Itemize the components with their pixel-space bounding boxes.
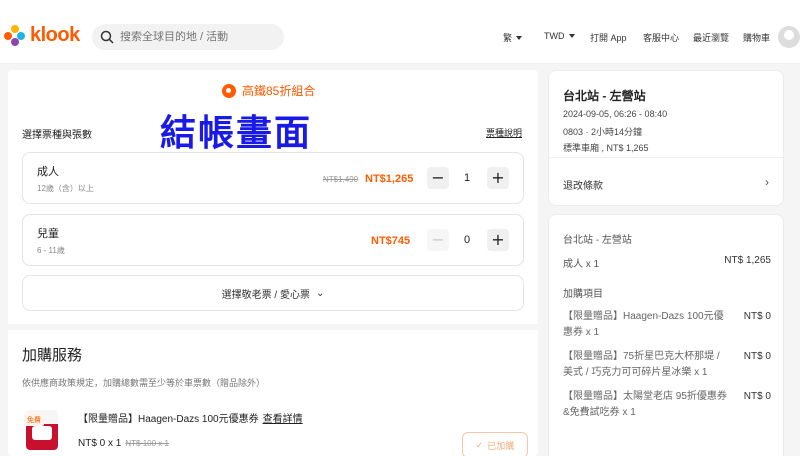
klook-logo-icon bbox=[4, 24, 26, 47]
ticket-price: NT$745 bbox=[371, 235, 411, 247]
order-summary: 台北站 - 左營站 成人 x 1 NT$ 1,265 加購項目 【限量贈品】Ha… bbox=[548, 214, 784, 456]
card-divider bbox=[549, 157, 785, 158]
free-badge: 免費 bbox=[24, 414, 44, 426]
refund-policy-link[interactable]: 退改條款 bbox=[563, 177, 603, 192]
trip-train: 0803 · 2小時14分鐘 bbox=[563, 127, 643, 137]
logo-text: klook bbox=[30, 24, 80, 46]
section-divider bbox=[8, 324, 538, 330]
search-bar[interactable] bbox=[92, 24, 284, 50]
added-label: 已加購 bbox=[487, 440, 515, 451]
avatar[interactable] bbox=[778, 26, 800, 48]
promo-banner: 高鐵85折組合 bbox=[222, 82, 315, 99]
promo-text: 高鐵85折組合 bbox=[242, 84, 316, 98]
addon-price: NT$ 0 x 1 NT$ 100 x 1 bbox=[78, 438, 169, 449]
increment-button[interactable]: + bbox=[487, 167, 509, 189]
ticket-quantity: 0 bbox=[463, 234, 471, 246]
ticket-name: 兒童 bbox=[37, 228, 59, 240]
language-label: 繁 bbox=[503, 33, 513, 43]
ticket-old-price: NT$1,490 bbox=[323, 175, 359, 184]
addon-name-text: 【限量贈品】Haagen-Dazs 100元優惠券 bbox=[78, 414, 259, 425]
chevron-down-icon: ⌄ bbox=[315, 287, 325, 299]
trip-seat: 標準車廂 , NT$ 1,265 bbox=[563, 143, 649, 153]
addon-price-text: NT$ 0 x 1 bbox=[78, 438, 122, 449]
currency-label: TWD bbox=[544, 31, 565, 41]
search-input[interactable] bbox=[120, 31, 270, 43]
ticket-age: 6 - 11歲 bbox=[37, 246, 65, 255]
addon-title: 加購服務 bbox=[22, 347, 83, 364]
summary-item-price: NT$ 0 bbox=[743, 391, 771, 402]
added-button[interactable]: ✓ 已加購 bbox=[462, 432, 528, 456]
check-icon: ✓ bbox=[475, 439, 484, 450]
ticket-info-link[interactable]: 票種說明 bbox=[486, 126, 522, 139]
decrement-button[interactable]: − bbox=[427, 229, 449, 251]
chevron-down-icon bbox=[568, 34, 575, 38]
ticket-name: 成人 bbox=[37, 166, 59, 178]
trip-route: 台北站 - 左營站 bbox=[563, 89, 646, 103]
ticket-section-label: 選擇票種與張數 bbox=[22, 130, 92, 141]
ticket-quantity: 1 bbox=[463, 172, 471, 184]
summary-route: 台北站 - 左營站 bbox=[563, 235, 632, 246]
summary-item-price: NT$ 0 bbox=[743, 311, 771, 322]
ticket-age: 12歲（含）以上 bbox=[37, 184, 94, 193]
checkout-overlay-text: 結帳畫面 bbox=[160, 113, 313, 154]
booking-panel: 高鐵85折組合 結帳畫面 選擇票種與張數 票種說明 成人 12歲（含）以上 NT… bbox=[8, 70, 538, 456]
summary-item: 【限量贈品】Haagen-Dazs 100元優惠券 x 1 bbox=[563, 311, 724, 338]
language-selector[interactable]: 繁 bbox=[503, 31, 523, 44]
summary-item-price: NT$ 0 bbox=[743, 351, 771, 362]
summary-adult-label: 成人 x 1 bbox=[563, 259, 600, 270]
concession-ticket-toggle[interactable]: 選擇敬老票 / 愛心票 ⌄ bbox=[22, 275, 524, 311]
top-header: klook 繁 TWD 打開 App 客服中心 最近瀏覽 購物車 bbox=[0, 0, 800, 64]
ticket-row-child: 兒童 6 - 11歲 NT$745 − 0 + bbox=[22, 214, 524, 266]
help-center-link[interactable]: 客服中心 bbox=[643, 31, 679, 44]
chevron-right-icon: › bbox=[765, 175, 769, 189]
klook-logo[interactable]: klook bbox=[4, 24, 80, 47]
cart-link[interactable]: 購物車 bbox=[743, 31, 770, 44]
ticket-price: NT$1,265 bbox=[365, 173, 414, 185]
addon-old-price: NT$ 100 x 1 bbox=[125, 439, 169, 448]
decrement-button[interactable]: − bbox=[427, 167, 449, 189]
ticket-row-adult: 成人 12歲（含）以上 NT$1,490 NT$1,265 − 1 + bbox=[22, 152, 524, 204]
summary-adult-price: NT$ 1,265 bbox=[724, 255, 771, 266]
trip-datetime: 2024-09-05, 06:26 - 08:40 bbox=[563, 109, 668, 119]
concession-label: 選擇敬老票 / 愛心票 bbox=[221, 289, 310, 301]
open-app-link[interactable]: 打開 App bbox=[590, 31, 627, 44]
addon-note: 依供應商政策規定，加購總數需至少等於車票數（贈品除外） bbox=[22, 378, 266, 388]
currency-selector[interactable]: TWD bbox=[544, 31, 575, 41]
addon-name: 【限量贈品】Haagen-Dazs 100元優惠券 查看詳情 bbox=[78, 410, 303, 425]
summary-item: 【限量贈品】太陽堂老店 95折優惠券&免費試吃券 x 1 bbox=[563, 391, 727, 418]
increment-button[interactable]: + bbox=[487, 229, 509, 251]
summary-item: 【限量贈品】75折星巴克大杯那堤 / 美式 / 巧克力可可碎片星冰樂 x 1 bbox=[563, 351, 720, 378]
recently-viewed-link[interactable]: 最近瀏覽 bbox=[693, 31, 729, 44]
addon-details-link[interactable]: 查看詳情 bbox=[263, 414, 303, 425]
search-icon bbox=[100, 30, 114, 44]
tag-icon bbox=[222, 83, 236, 98]
summary-addons-label: 加購項目 bbox=[563, 289, 603, 300]
trip-card: 台北站 - 左營站 2024-09-05, 06:26 - 08:40 0803… bbox=[548, 70, 785, 206]
chevron-down-icon bbox=[516, 35, 523, 40]
